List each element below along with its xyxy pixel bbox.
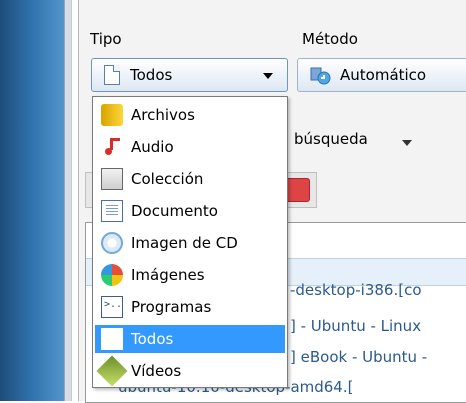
archive-icon [101, 104, 123, 126]
all-files-icon [104, 65, 120, 85]
menu-item-imagenes[interactable]: Imágenes [95, 261, 285, 289]
desktop-background [0, 0, 70, 401]
images-icon [101, 264, 123, 286]
menu-item-label: Archivos [131, 106, 195, 124]
all-files-icon [101, 328, 123, 350]
cd-image-icon [101, 232, 123, 254]
menu-item-label: Imágenes [131, 266, 205, 284]
result-row[interactable]: ] - Ubuntu - Linux [290, 317, 421, 335]
menu-item-label: Colección [131, 170, 204, 188]
tipo-dropdown-menu[interactable]: Archivos Audio Colección Documento Image… [92, 96, 288, 388]
chevron-down-icon [263, 73, 273, 79]
tipo-label: Tipo [90, 30, 122, 48]
metodo-dropdown[interactable]: Automático [297, 58, 466, 92]
menu-item-todos[interactable]: Todos [95, 325, 285, 353]
window-frame-left [64, 0, 72, 401]
menu-item-audio[interactable]: Audio [95, 133, 285, 161]
menu-item-archivos[interactable]: Archivos [95, 101, 285, 129]
menu-item-label: Documento [131, 202, 218, 220]
menu-item-label: Vídeos [131, 362, 182, 380]
chevron-down-icon[interactable] [402, 140, 412, 146]
tipo-dropdown[interactable]: Todos [91, 58, 288, 92]
menu-item-label: Programas [131, 298, 212, 316]
automatic-icon [308, 64, 332, 86]
menu-item-documento[interactable]: Documento [95, 197, 285, 225]
result-row[interactable]: -desktop-i386.[co [290, 281, 422, 299]
menu-item-label: Imagen de CD [131, 234, 238, 252]
panel-divider [78, 0, 79, 401]
tipo-dropdown-value: Todos [130, 66, 173, 84]
result-row[interactable]: ] eBook - Ubuntu - [290, 348, 427, 366]
menu-item-imagen-cd[interactable]: Imagen de CD [95, 229, 285, 257]
document-icon [101, 200, 123, 222]
metodo-label: Método [302, 30, 358, 48]
collection-icon [101, 168, 123, 190]
menu-item-label: Todos [131, 330, 174, 348]
program-icon [101, 296, 123, 318]
busqueda-label[interactable]: búsqueda [294, 130, 368, 148]
menu-item-label: Audio [131, 138, 174, 156]
menu-item-videos[interactable]: Vídeos [95, 355, 285, 387]
video-icon [96, 355, 128, 387]
menu-item-programas[interactable]: Programas [95, 293, 285, 321]
music-note-icon [101, 136, 123, 158]
menu-item-coleccion[interactable]: Colección [95, 165, 285, 193]
metodo-dropdown-value: Automático [340, 66, 427, 84]
